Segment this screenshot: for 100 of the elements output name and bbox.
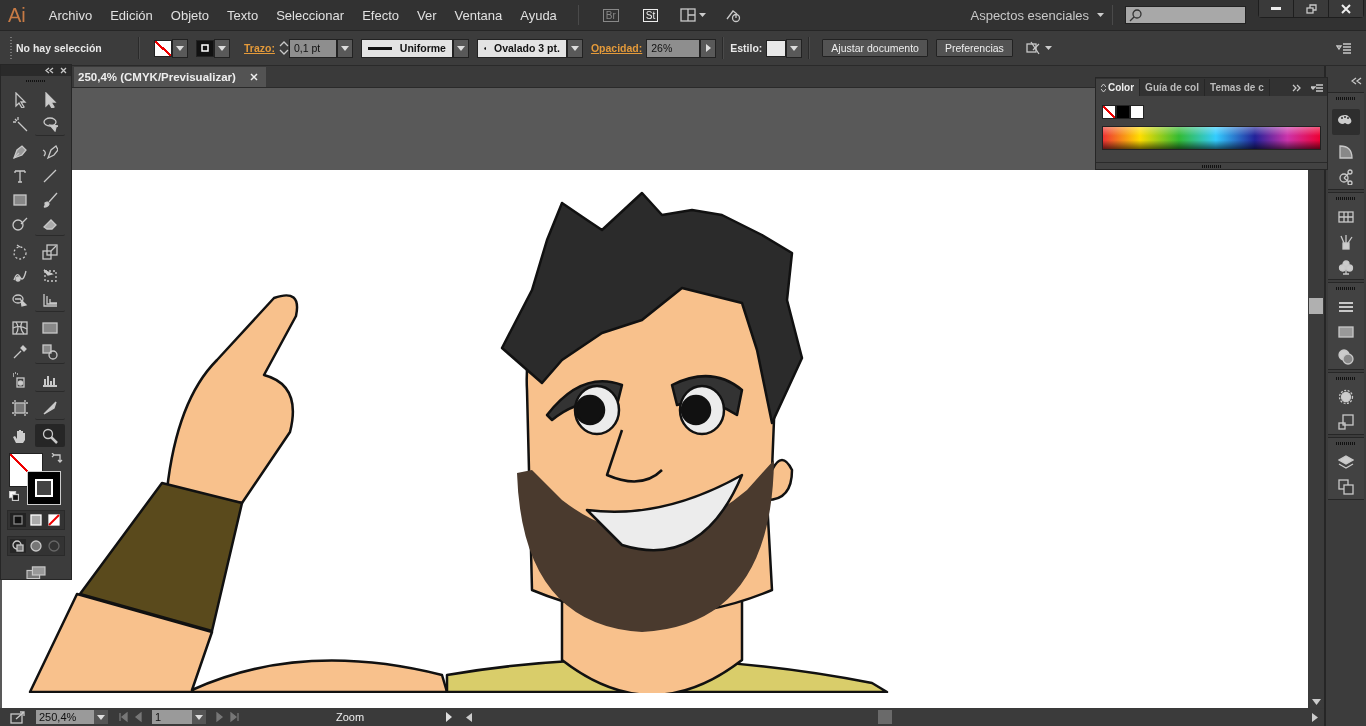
opacity-label[interactable]: Opacidad: [590,42,643,54]
stroke-lines-icon[interactable] [1338,299,1354,315]
direct-selection-arrow-icon [42,91,58,108]
status-menu-arrow-icon[interactable] [446,712,452,722]
solid-square-icon [13,514,23,525]
draw-behind-icon [30,539,42,552]
panel-tab[interactable]: Guía de col [1140,79,1205,96]
page-number-field[interactable]: 1 [152,710,192,724]
stroke-color-swatch[interactable] [27,471,61,506]
default-colors-icon[interactable] [9,491,19,502]
overlapping-circles-icon[interactable] [1338,349,1354,365]
minimize-button[interactable] [1259,0,1293,17]
document-tab[interactable]: 250,4% (CMYK/Previsualizar) [74,67,266,87]
search-field[interactable] [1125,6,1246,24]
color-mode-button[interactable] [10,512,26,527]
current-tool-status[interactable]: Zoom [260,711,440,723]
swatch[interactable] [1130,105,1144,119]
slice-icon [42,399,58,416]
minimize-icon [1271,6,1281,11]
variable-width-profile-dropdown[interactable]: Uniforme [360,38,453,58]
menu-item[interactable]: Edición [101,7,162,23]
type-tool-icon [12,167,28,184]
menu-item[interactable]: Efecto [353,7,408,23]
style-swatch[interactable] [766,39,787,57]
color-spectrum[interactable] [1102,126,1321,150]
swap-arrows-icon[interactable] [51,453,63,465]
none-mode-button[interactable] [46,512,62,527]
menu-item[interactable]: Texto [218,7,268,23]
swatch[interactable] [1116,105,1130,119]
collapse-panels-icon[interactable] [1351,77,1362,85]
gradient-swatch-icon[interactable] [1338,324,1354,340]
panel-menu-icon[interactable] [1311,84,1323,92]
expand-panel-icon[interactable] [1292,84,1301,92]
opacity-slider-button[interactable] [700,38,717,58]
panel-tab[interactable]: Temas de c [1205,79,1270,96]
layers-icon[interactable] [1338,454,1354,470]
collapse-panel-icon[interactable] [45,66,54,74]
dropdown-button[interactable] [786,38,803,58]
close-icon[interactable] [60,66,67,74]
shape-builder-icon [12,291,28,308]
isolate-object-icon[interactable] [1024,40,1041,56]
curvature-pen-icon [42,143,58,160]
stock-button[interactable]: St [642,8,659,22]
document-button[interactable]: Preferencias [935,39,1013,57]
next-page-icon[interactable] [214,711,225,723]
stroke-swatch[interactable] [196,39,214,57]
scroll-down-arrow-icon[interactable] [1311,699,1321,705]
bridge-button[interactable]: Br [602,8,619,22]
arrange-documents-icon[interactable] [680,7,709,23]
symbol-sprayer-icon [12,371,28,388]
menu-item[interactable]: Archivo [39,7,102,23]
lasso-icon [42,115,58,132]
draw-normal-button[interactable] [10,538,26,553]
scrollbar-thumb[interactable] [878,710,892,724]
screen-mode-icon[interactable] [25,565,47,579]
stroke-weight-field[interactable]: 0,1 pt [288,38,337,58]
dropdown-button[interactable] [192,710,206,724]
scroll-left-arrow-icon[interactable] [466,712,472,722]
menu-item[interactable]: Ver [408,7,446,23]
panel-tab[interactable]: Color [1096,79,1141,96]
document-button[interactable]: Ajustar documento [822,39,928,57]
spinner-arrows-icon[interactable] [278,40,289,56]
stroke-label[interactable]: Trazo: [244,42,275,54]
restore-button[interactable] [1293,0,1328,17]
transform-squares-icon[interactable] [1338,414,1354,430]
none-swatch[interactable] [1102,105,1116,119]
previous-page-icon[interactable] [133,711,144,723]
menu-item[interactable]: Seleccionar [267,7,354,23]
dashed-circle-icon[interactable] [1338,389,1354,405]
caret-icon[interactable] [1044,46,1052,50]
gradient-square-icon [30,513,42,526]
club-icon[interactable] [1338,259,1354,275]
workspace-switcher[interactable]: Aspectos esenciales [962,7,1112,23]
dropdown-button[interactable] [94,710,108,724]
blend-icon [42,343,58,360]
dropdown-button[interactable] [172,38,188,58]
network-icon[interactable] [1338,169,1354,185]
opacity-field[interactable]: 26% [646,38,701,58]
share-icon[interactable] [10,710,26,724]
brush-definition-dropdown[interactable]: Ovalado 3 pt. [476,38,567,58]
scroll-right-arrow-icon[interactable] [1312,712,1318,722]
close-button[interactable] [1328,0,1363,17]
fill-swatch[interactable] [154,39,172,57]
zoom-tool-tool[interactable] [35,424,65,448]
grid-icon[interactable] [1338,209,1354,225]
menu-item[interactable]: Objeto [161,7,219,23]
menu-item[interactable]: Ayuda [511,7,566,23]
gradient-tool-icon [42,319,58,336]
last-page-icon[interactable] [229,711,240,723]
brush-cup-icon[interactable] [1338,234,1354,250]
zoom-level-field[interactable]: 250,4% [36,710,94,724]
gradient-mode-button[interactable] [28,512,44,527]
first-page-icon[interactable] [118,711,129,723]
menu-item[interactable]: Ventana [445,7,512,23]
draw-behind-button[interactable] [28,538,44,553]
mesh-icon [12,319,28,336]
scrollbar-thumb[interactable] [1309,298,1323,314]
panel-menu-icon[interactable] [1336,42,1352,54]
stacked-squares-icon[interactable] [1338,479,1354,495]
dropdown-button[interactable] [214,38,230,58]
